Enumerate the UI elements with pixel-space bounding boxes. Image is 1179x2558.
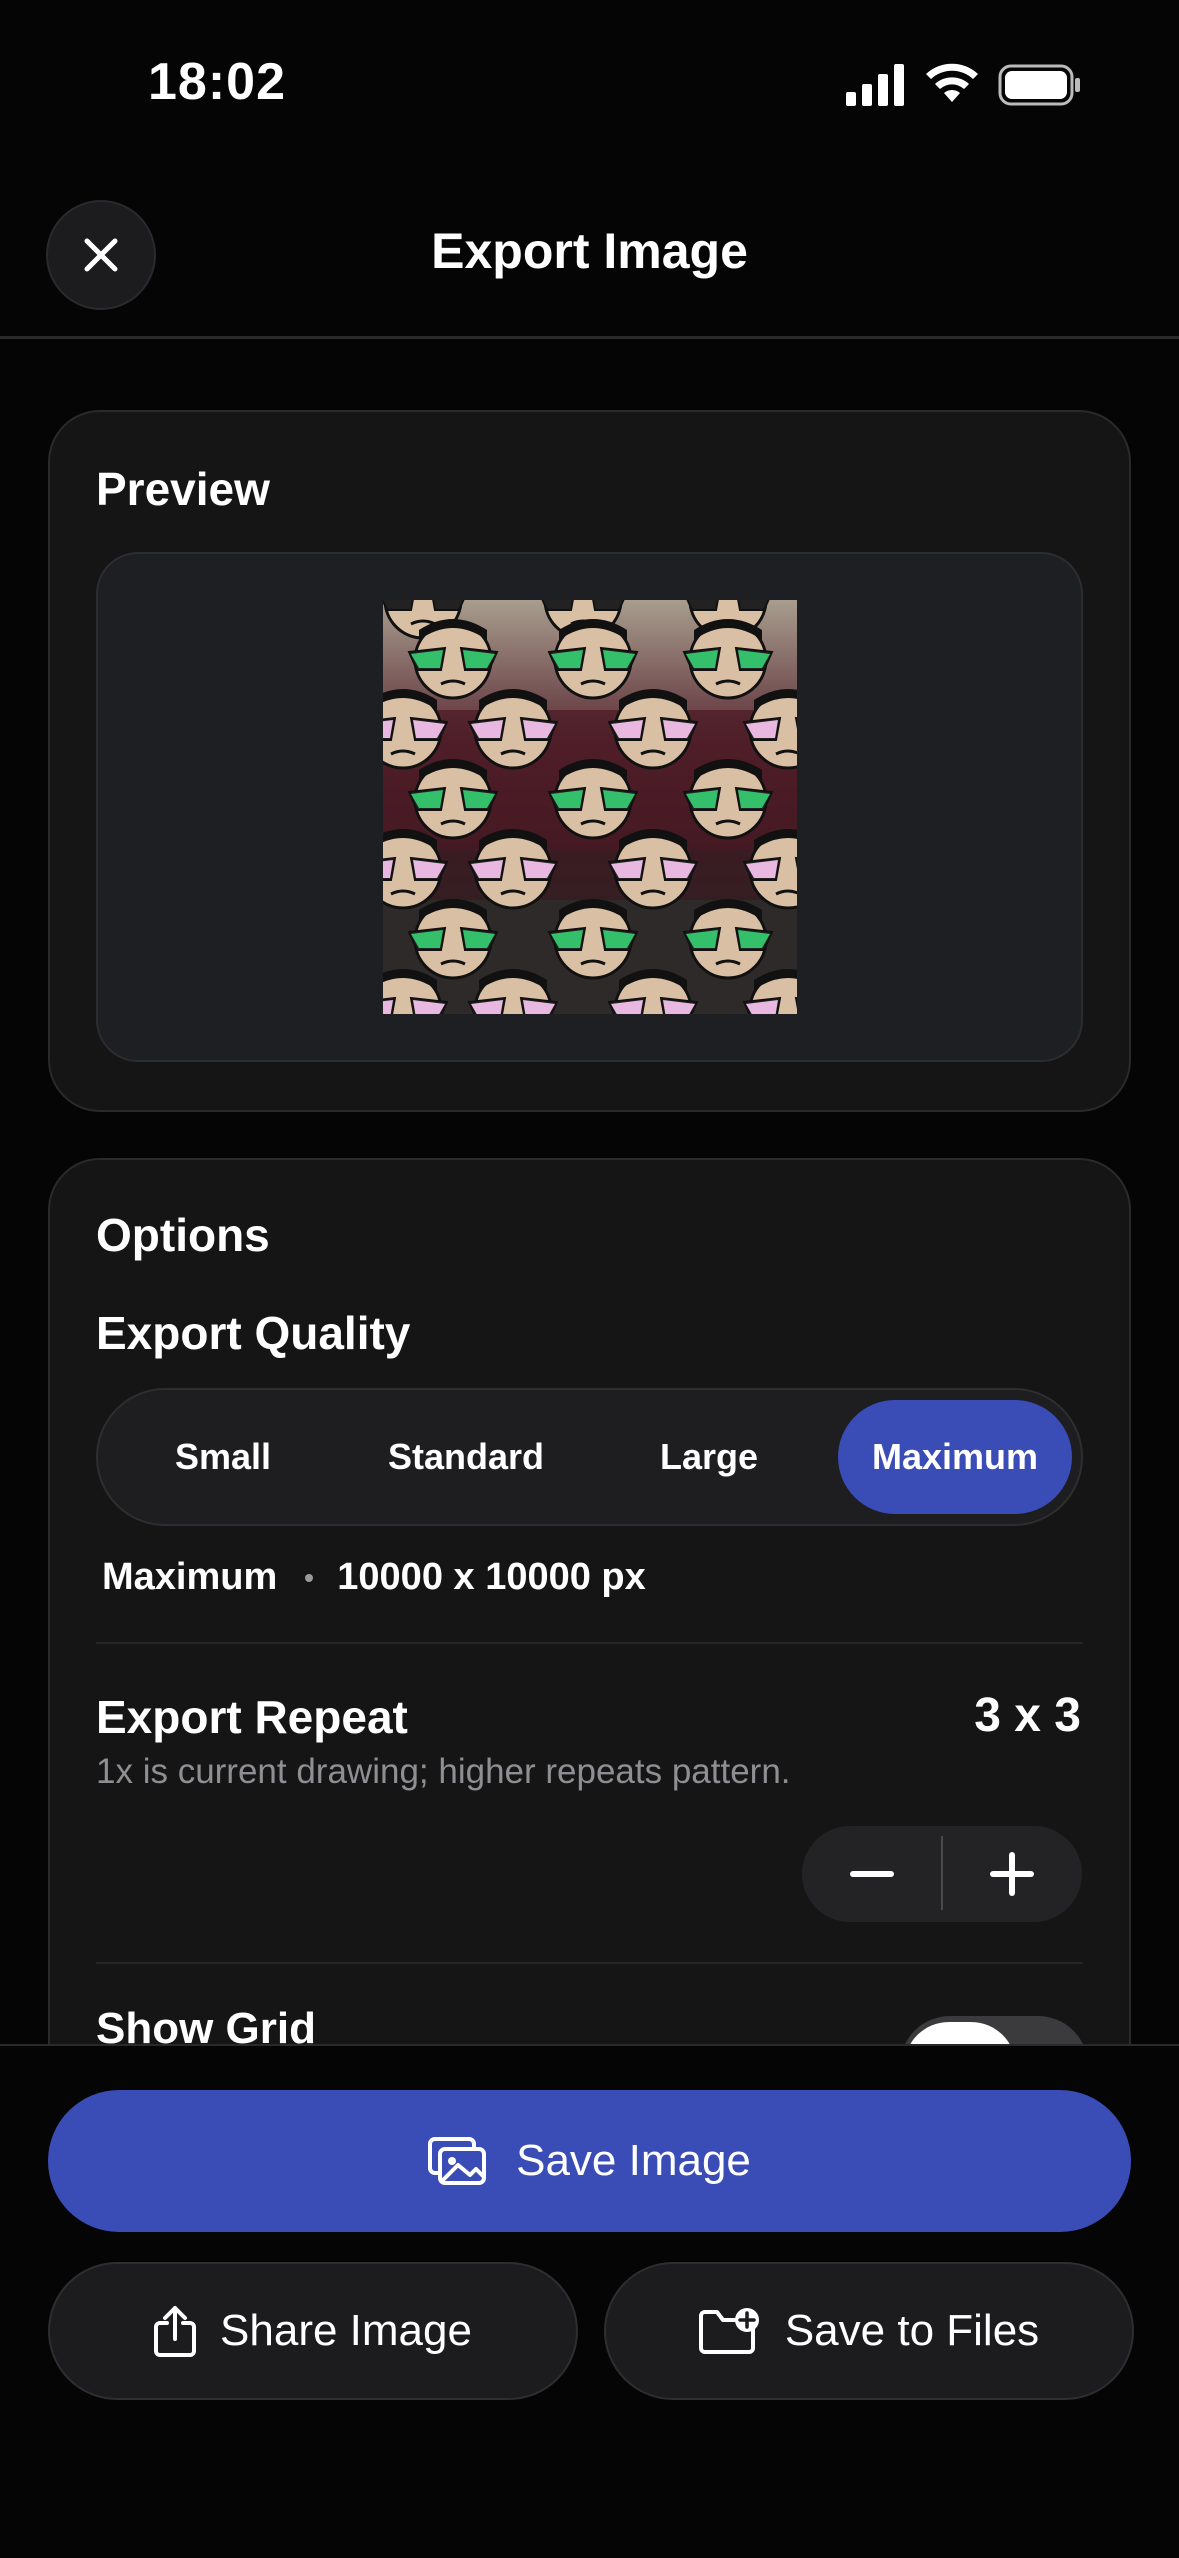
save-to-files-button[interactable]: Save to Files (604, 2262, 1134, 2400)
divider (96, 1962, 1083, 1964)
preview-title: Preview (96, 463, 270, 515)
save-image-label: Save Image (516, 2136, 751, 2185)
page-title: Export Image (431, 223, 748, 279)
quality-option-maximum[interactable]: Maximum (838, 1400, 1072, 1514)
save-to-files-label: Save to Files (784, 2306, 1040, 2355)
export-repeat-hint: 1x is current drawing; higher repeats pa… (96, 1752, 791, 1791)
increment-button[interactable] (942, 1826, 1082, 1922)
export-repeat-value: 3 x 3 (974, 1689, 1081, 1742)
battery-icon (998, 64, 1082, 111)
save-image-button[interactable]: Save Image (48, 2090, 1131, 2232)
quality-option-standard[interactable]: Standard (350, 1400, 582, 1514)
header-divider (0, 336, 1179, 339)
folder-add-icon (698, 2308, 761, 2354)
cellular-signal-icon (846, 64, 906, 111)
share-image-label: Share Image (220, 2306, 472, 2355)
status-time: 18:02 (148, 53, 286, 111)
plus-icon (990, 1852, 1034, 1896)
photo-stack-icon (428, 2137, 487, 2185)
share-icon (154, 2305, 197, 2357)
export-repeat-title: Export Repeat (96, 1691, 408, 1743)
quality-info-size: 10000 x 10000 px (337, 1556, 646, 1598)
quality-option-small[interactable]: Small (110, 1400, 336, 1514)
decrement-button[interactable] (802, 1826, 942, 1922)
quality-option-large[interactable]: Large (596, 1400, 822, 1514)
export-quality-title: Export Quality (96, 1307, 411, 1359)
quality-info: Maximum 10000 x 10000 px (102, 1556, 646, 1599)
quality-info-name: Maximum (102, 1556, 278, 1598)
share-image-button[interactable]: Share Image (48, 2262, 578, 2400)
separator-dot (305, 1573, 314, 1582)
options-title: Options (96, 1209, 270, 1261)
wifi-icon (924, 58, 980, 109)
preview-image (383, 600, 797, 1014)
divider (96, 1642, 1083, 1644)
minus-icon (850, 1871, 894, 1877)
